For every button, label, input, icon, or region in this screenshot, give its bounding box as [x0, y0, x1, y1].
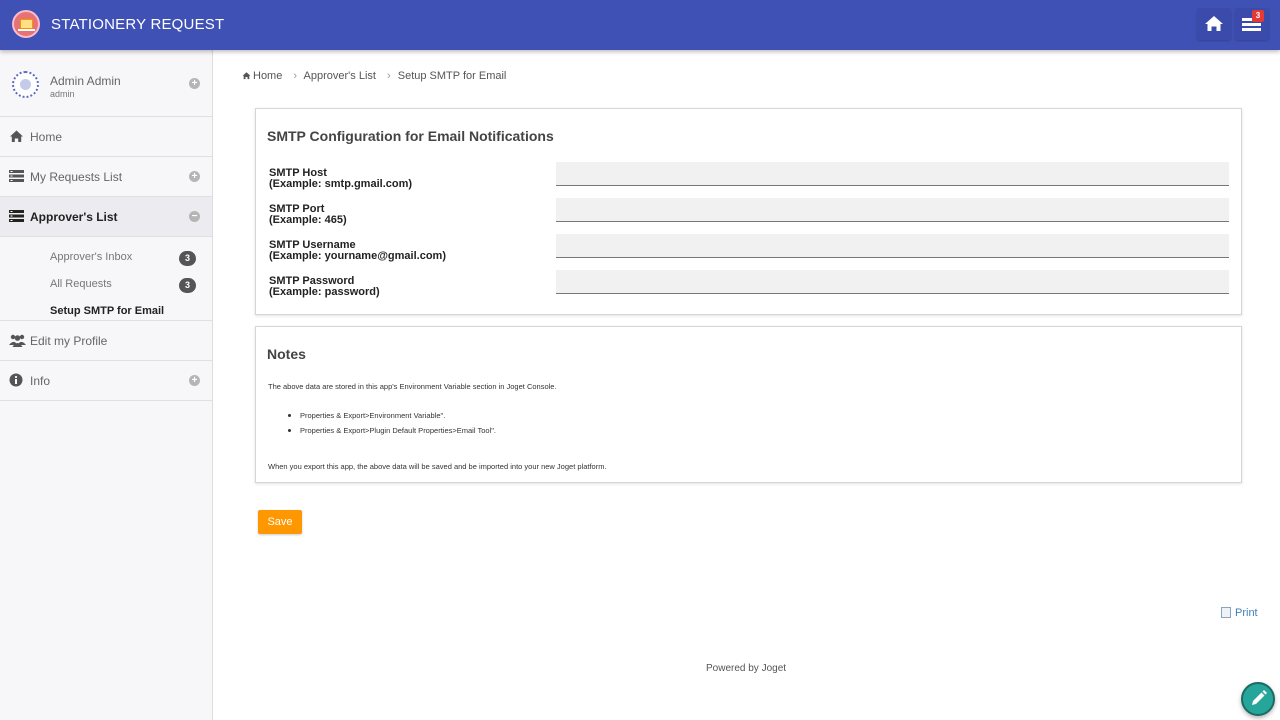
app-logo-icon[interactable] — [12, 10, 40, 38]
powered-by: Powered by Joget — [706, 663, 787, 674]
notes-footer: When you export this app, the above data… — [268, 462, 607, 471]
notes-title: Notes — [267, 346, 306, 362]
minus-icon[interactable]: − — [189, 211, 200, 222]
smtp-host-input[interactable] — [556, 162, 1229, 186]
top-bar: STATIONERY REQUEST 3 — [0, 0, 1280, 50]
sidebar-item-edit-profile[interactable]: Edit my Profile — [0, 321, 212, 361]
field-label: SMTP Port (Example: 465) — [269, 203, 347, 226]
save-button[interactable]: Save — [258, 510, 302, 534]
user-name: Admin Admin — [50, 74, 121, 88]
count-badge: 3 — [179, 251, 196, 266]
user-profile[interactable]: Admin Admin admin + — [0, 50, 212, 117]
pencil-icon — [1252, 690, 1267, 705]
smtp-port-input[interactable] — [556, 198, 1229, 222]
sidebar-item-approvers-list[interactable]: Approver's List − — [0, 197, 212, 237]
submenu-item-approvers-inbox[interactable]: Approver's Inbox — [50, 251, 132, 263]
sidebar-item-home[interactable]: Home — [0, 117, 212, 157]
list-item: Properties & Export>Environment Variable… — [288, 411, 496, 426]
smtp-host-row: SMTP Host (Example: smtp.gmail.com) — [268, 162, 1229, 194]
panel-title: SMTP Configuration for Email Notificatio… — [267, 128, 554, 144]
edit-fab-button[interactable] — [1241, 682, 1275, 716]
avatar — [12, 71, 39, 98]
field-label: SMTP Password (Example: password) — [269, 275, 380, 298]
chevron-right-icon: › — [293, 70, 298, 82]
home-button[interactable] — [1197, 8, 1231, 40]
smtp-password-input[interactable] — [556, 270, 1229, 294]
notes-list: Properties & Export>Environment Variable… — [288, 411, 496, 441]
list-icon — [9, 170, 24, 182]
sidebar-item-label: Home — [30, 130, 63, 144]
notification-badge: 3 — [1252, 10, 1264, 22]
smtp-username-input[interactable] — [556, 234, 1229, 258]
users-icon — [9, 334, 26, 347]
sidebar-item-info[interactable]: Info + — [0, 361, 212, 401]
smtp-password-row: SMTP Password (Example: password) — [268, 270, 1229, 302]
info-icon — [9, 373, 23, 387]
sidebar-item-label: My Requests List — [30, 170, 123, 184]
notes-panel: Notes The above data are stored in this … — [255, 326, 1242, 483]
home-icon — [10, 130, 23, 142]
sidebar-item-label: Approver's List — [30, 210, 118, 224]
sidebar-item-label: Info — [30, 374, 51, 388]
sidebar-item-label: Edit my Profile — [30, 334, 108, 348]
chevron-right-icon: › — [387, 70, 391, 82]
list-item: Properties & Export>Plugin Default Prope… — [288, 426, 496, 441]
breadcrumb-approvers-list[interactable]: Approver's List — [304, 70, 376, 82]
smtp-username-row: SMTP Username (Example: yourname@gmail.co… — [268, 234, 1229, 266]
sidebar-item-my-requests[interactable]: My Requests List + — [0, 157, 212, 197]
submenu-item-all-requests[interactable]: All Requests — [50, 278, 112, 290]
smtp-port-row: SMTP Port (Example: 465) — [268, 198, 1229, 230]
field-label: SMTP Username (Example: yourname@gmail.co… — [269, 239, 446, 262]
breadcrumb-current: Setup SMTP for Email — [397, 70, 507, 82]
notifications-button[interactable]: 3 — [1235, 8, 1269, 40]
plus-icon[interactable]: + — [189, 375, 200, 386]
plus-icon[interactable]: + — [189, 78, 200, 89]
count-badge: 3 — [179, 278, 196, 293]
print-icon — [1221, 607, 1231, 618]
breadcrumb-home[interactable]: Home — [253, 70, 282, 82]
print-link[interactable]: Print — [1221, 607, 1258, 619]
home-icon — [1205, 16, 1223, 31]
breadcrumb: Home › Approver's List › Setup SMTP for … — [242, 70, 510, 82]
notes-intro: The above data are stored in this app's … — [268, 382, 557, 391]
submenu-item-setup-smtp[interactable]: Setup SMTP for Email — [50, 305, 164, 317]
field-label: SMTP Host (Example: smtp.gmail.com) — [269, 167, 413, 190]
approvers-submenu: Approver's Inbox 3 All Requests 3 Setup … — [0, 237, 212, 321]
app-title[interactable]: STATIONERY REQUEST — [51, 16, 224, 33]
plus-icon[interactable]: + — [189, 171, 200, 182]
smtp-config-panel: SMTP Configuration for Email Notificatio… — [255, 108, 1242, 315]
print-label: Print — [1235, 607, 1258, 619]
list-icon — [9, 210, 24, 222]
home-icon — [242, 71, 251, 80]
user-role: admin — [50, 89, 75, 99]
sidebar: Admin Admin admin + Home My Requests Lis… — [0, 50, 213, 720]
